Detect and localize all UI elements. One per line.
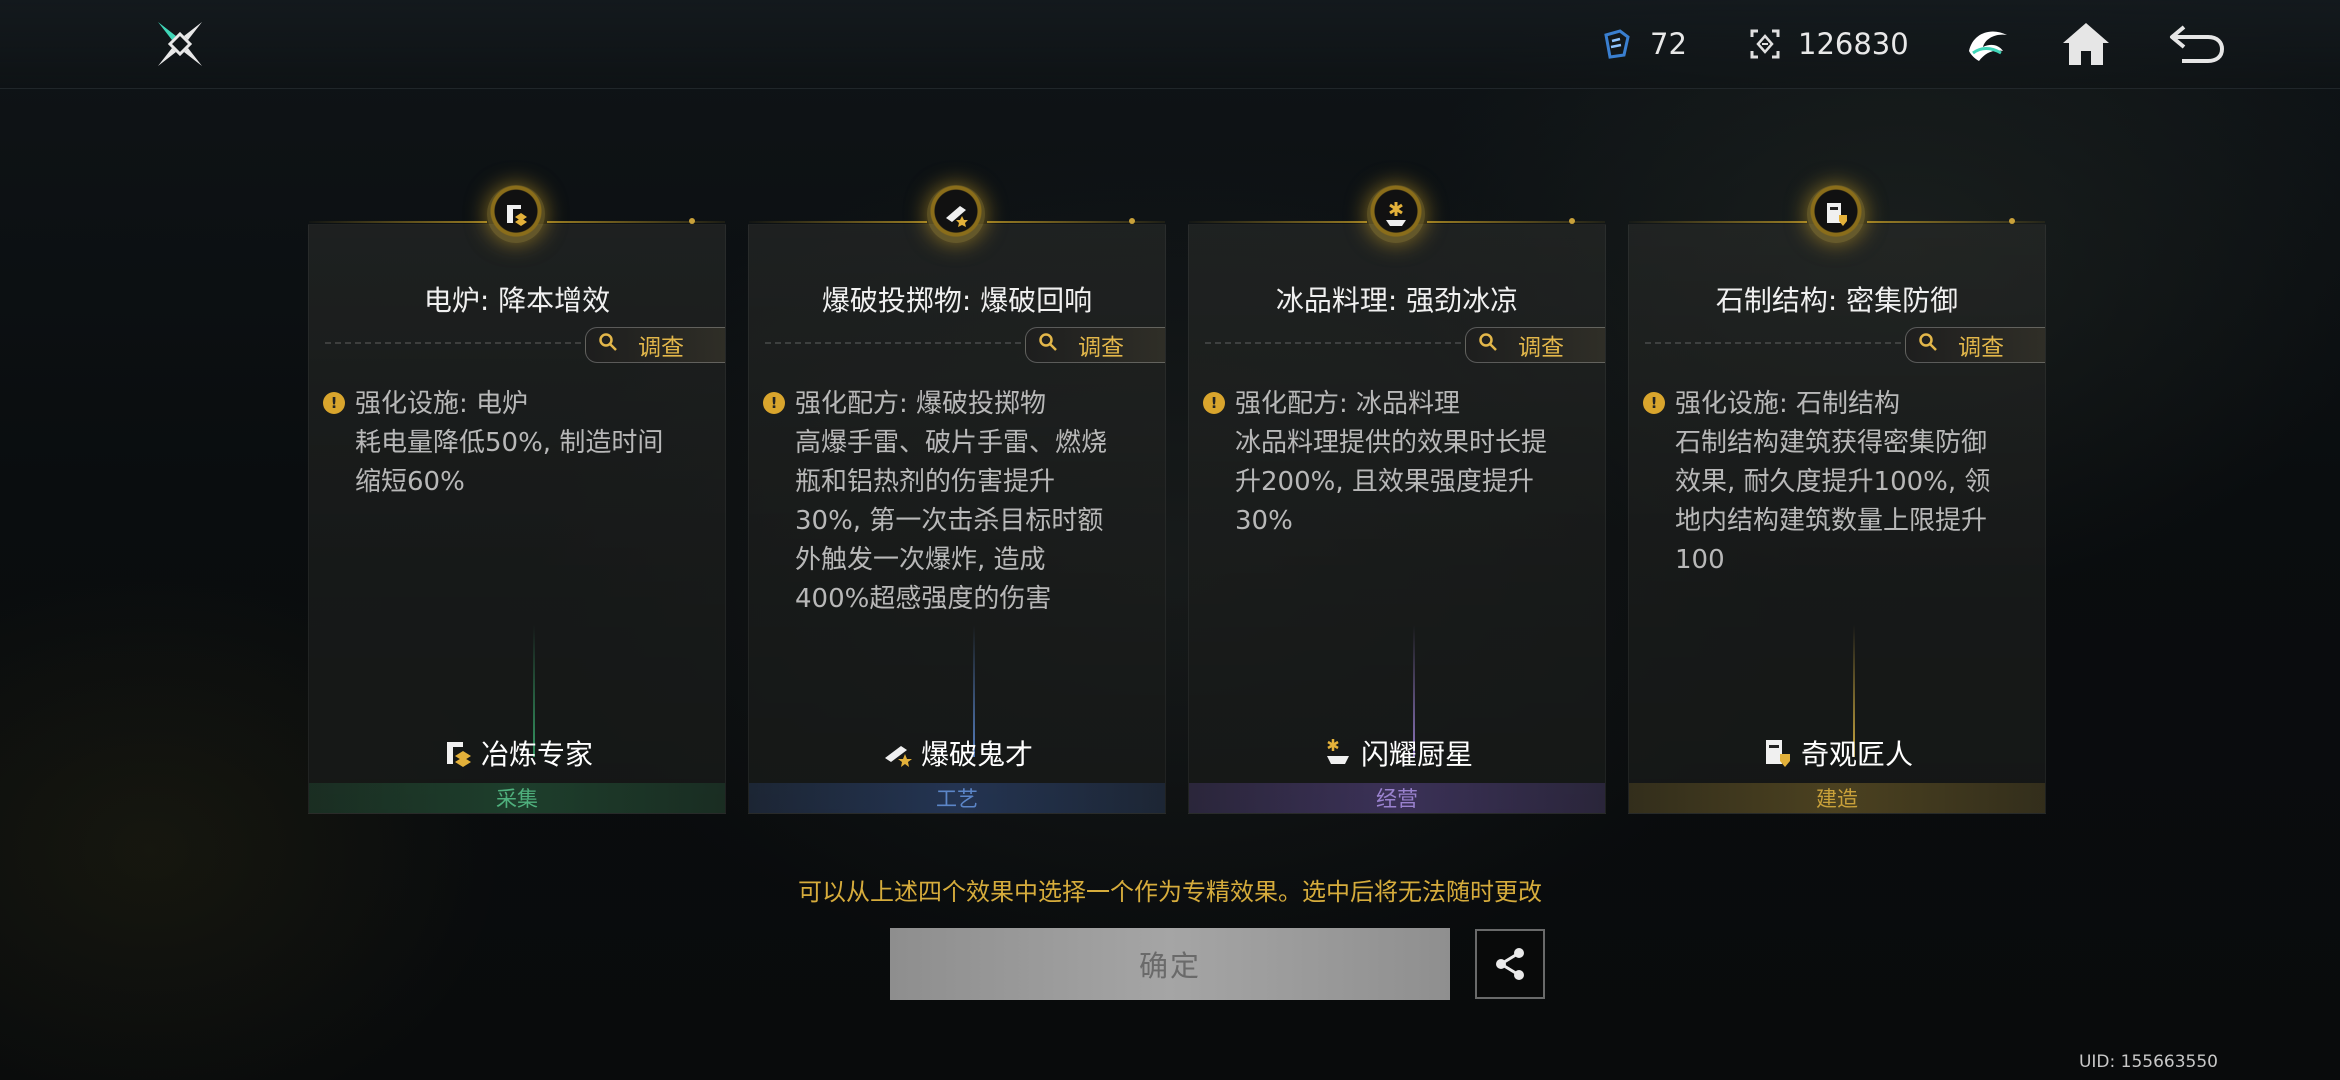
role-title: 冶炼专家 [309, 733, 725, 773]
card-title: 爆破投掷物: 爆破回响 [821, 284, 1093, 317]
bulb-icon: ! [323, 392, 345, 414]
effect-line: 高爆手雷、破片手雷、燃烧 [795, 428, 1108, 458]
effect-line: 强化配方: 冰品料理 [1235, 389, 1461, 419]
category-label: 建造 [1816, 787, 1858, 811]
share-icon [1496, 948, 1524, 980]
effect-card-1[interactable]: 电炉: 降本增效 调查 ! 强化设施: 电炉 耗电量降低50%, 制造时间 缩短… [308, 185, 726, 814]
back-icon[interactable] [2166, 14, 2226, 74]
furnace-emblem-icon [487, 185, 545, 243]
effect-line: 升200%, 且效果强度提升 [1235, 467, 1534, 497]
effect-line: 瓶和铝热剂的伤害提升 [795, 467, 1056, 497]
effect-description: 强化设施: 电炉 耗电量降低50%, 制造时间 缩短60% [355, 385, 700, 502]
share-button[interactable] [1475, 929, 1545, 999]
ice-dish-emblem-icon [1367, 185, 1425, 243]
investigate-button[interactable]: 调查 [585, 327, 725, 363]
effect-line: 100 [1675, 545, 1725, 575]
effect-line: 缩短60% [355, 467, 465, 497]
role-name: 爆破鬼才 [920, 738, 1033, 771]
divider [1205, 342, 1461, 344]
effect-description: 强化配方: 爆破投掷物 高爆手雷、破片手雷、燃烧 瓶和铝热剂的伤害提升 30%,… [795, 385, 1140, 619]
category-bar: 采集 [309, 783, 725, 813]
card-title: 石制结构: 密集防御 [1715, 284, 1959, 317]
investigate-button[interactable]: 调查 [1905, 327, 2045, 363]
investigate-button[interactable]: 调查 [1465, 327, 1605, 363]
divider [325, 342, 581, 344]
card-title: 电炉: 降本增效 [423, 284, 611, 317]
investigate-label: 调查 [1518, 335, 1564, 361]
smelter-role-icon [446, 742, 471, 767]
effect-card-4[interactable]: 石制结构: 密集防御 调查 ! 强化设施: 石制结构 石制结构建筑获得密集防御 … [1628, 185, 2046, 814]
investigate-label: 调查 [638, 335, 684, 361]
category-bar: 经营 [1189, 783, 1605, 813]
effect-description: 强化设施: 石制结构 石制结构建筑获得密集防御 效果, 耐久度提升100%, 领… [1675, 385, 2020, 580]
effect-line: 强化设施: 石制结构 [1675, 389, 1901, 419]
category-bar: 建造 [1629, 783, 2045, 813]
category-label: 经营 [1376, 787, 1418, 811]
search-icon [1478, 332, 1498, 358]
effect-line: 强化配方: 爆破投掷物 [795, 389, 1047, 419]
investigate-label: 调查 [1078, 335, 1124, 361]
investigate-label: 调查 [1958, 335, 2004, 361]
role-name: 闪耀厨星 [1360, 738, 1473, 771]
role-title: 闪耀厨星 [1189, 733, 1605, 773]
effect-line: 冰品料理提供的效果时长提 [1235, 428, 1548, 458]
search-icon [1038, 332, 1058, 358]
demolition-role-icon [884, 746, 912, 767]
effect-line: 30%, 第一次击杀目标时额 [795, 506, 1104, 536]
category-label: 工艺 [936, 787, 978, 811]
bulb-icon: ! [1203, 392, 1225, 414]
search-icon [598, 332, 618, 358]
bulb-icon: ! [763, 392, 785, 414]
category-bar: 工艺 [749, 783, 1165, 813]
chef-role-icon [1326, 739, 1349, 764]
effect-line: 效果, 耐久度提升100%, 领 [1675, 467, 1991, 497]
effect-line: 地内结构建筑数量上限提升 [1675, 506, 1988, 536]
effect-line: 强化设施: 电炉 [355, 389, 529, 419]
investigate-button[interactable]: 调查 [1025, 327, 1165, 363]
effect-line: 耗电量降低50%, 制造时间 [355, 428, 664, 458]
effect-description: 强化配方: 冰品料理 冰品料理提供的效果时长提 升200%, 且效果强度提升 3… [1235, 385, 1580, 541]
currency-icon [1750, 29, 1780, 59]
stone-structure-emblem-icon [1807, 185, 1865, 243]
role-title: 爆破鬼才 [749, 733, 1165, 773]
stamina-value: 72 [1650, 27, 1687, 61]
role-title: 奇观匠人 [1629, 733, 2045, 773]
currency-display: 126830 [1748, 22, 1909, 66]
effect-line: 400%超感强度的伤害 [795, 584, 1052, 614]
currency-value: 126830 [1798, 27, 1909, 61]
divider [1645, 342, 1901, 344]
divider [765, 342, 1021, 344]
effect-line: 石制结构建筑获得密集防御 [1675, 428, 1988, 458]
builder-role-icon [1765, 740, 1790, 767]
card-title: 冰品料理: 强劲冰凉 [1275, 284, 1519, 317]
role-name: 奇观匠人 [1800, 738, 1913, 771]
home-icon[interactable] [2056, 14, 2116, 74]
stamina-display: 72 [1600, 22, 1687, 66]
effect-card-3[interactable]: 冰品料理: 强劲冰凉 调查 ! 强化配方: 冰品料理 冰品料理提供的效果时长提 … [1188, 185, 1606, 814]
explosive-emblem-icon [927, 185, 985, 243]
category-label: 采集 [496, 787, 538, 811]
bulb-icon: ! [1643, 392, 1665, 414]
effect-line: 30% [1235, 506, 1293, 536]
instruction-text: 可以从上述四个效果中选择一个作为专精效果。选中后将无法随时更改 [798, 878, 1542, 906]
role-name: 冶炼专家 [480, 738, 593, 771]
search-icon [1918, 332, 1938, 358]
user-id: UID: 155663550 [2078, 1052, 2218, 1072]
wave-menu-icon[interactable] [1958, 14, 2018, 74]
confirm-button[interactable]: 确定 [890, 928, 1450, 1000]
game-logo-icon[interactable] [150, 14, 210, 74]
effect-card-2[interactable]: 爆破投掷物: 爆破回响 调查 ! 强化配方: 爆破投掷物 高爆手雷、破片手雷、燃… [748, 185, 1166, 814]
stamina-icon [1604, 29, 1630, 59]
effect-line: 外触发一次爆炸, 造成 [795, 545, 1046, 575]
top-bar: 72 126830 [0, 0, 2340, 89]
